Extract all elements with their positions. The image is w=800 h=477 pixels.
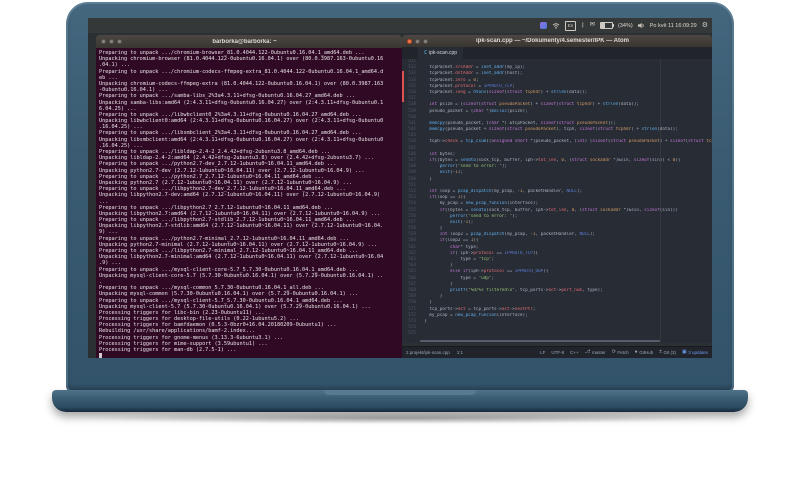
bluetooth-icon[interactable]: ᛒ (581, 23, 585, 29)
wifi-icon[interactable] (552, 22, 560, 29)
system-tray: En ᛒ ✉ (34%) Po kvě 11 16:09:29 ⚙ (539, 18, 708, 33)
maximize-icon[interactable] (423, 38, 428, 44)
terminal-line: Unpacking python2.7-dev (2.7.12-1ubuntu0… (99, 167, 365, 174)
maximize-icon[interactable] (117, 39, 122, 44)
mail-icon[interactable]: ✉ (590, 22, 595, 29)
statusbar-right: LF UTF-8 C++ ⎇ master ⟳ Fetch ● GitHub ± Git (3) ▣ 3… (540, 349, 708, 356)
terminal-line: Unpacking mysql-client-core-5.7 (5.7.30-… (99, 272, 384, 279)
sync-icon: ⟳ (611, 349, 616, 355)
statusbar-item-label: Fetch (617, 350, 629, 355)
terminal-titlebar[interactable]: barborka@barborka: ~ (96, 35, 402, 48)
terminal-line: Preparing to unpack .../libsmbclient_2%3… (99, 130, 362, 137)
line-number[interactable]: 575 (402, 331, 419, 337)
battery-percentage: (34%) (618, 22, 633, 29)
branch-icon: ⎇ (584, 349, 591, 355)
terminal-line: Preparing to unpack .../mysql-client-cor… (99, 266, 359, 273)
cpp-file-icon: C (424, 50, 428, 56)
laptop-base-notch (324, 390, 476, 395)
close-icon[interactable] (407, 38, 412, 44)
statusbar-item-utf-8[interactable]: UTF-8 (551, 350, 564, 355)
statusbar-item-github[interactable]: ● GitHub (634, 349, 654, 356)
laptop-base (52, 390, 748, 412)
atom-titlebar[interactable]: ipk-scan.cpp — ~/Dokumenty/4.semester/IP… (402, 35, 712, 47)
battery-icon[interactable] (600, 22, 615, 29)
file-path[interactable]: 2.projekt/ipk-scan.cpp (406, 350, 450, 355)
atom-title: ipk-scan.cpp — ~/Dokumenty/4.semester/IP… (476, 38, 629, 44)
tab-label: ipk-scan.cpp (429, 50, 458, 56)
terminal-line: Unpacking libpython2.7-stdlib:amd64 (2.7… (99, 223, 384, 230)
statusbar-item-label: GitHub (639, 350, 654, 355)
terminal-output[interactable]: Preparing to unpack .../chromium-browser… (96, 48, 402, 358)
terminal-line: Unpacking mysql-common (5.7.30-0ubuntu0.… (99, 291, 359, 298)
keyboard-layout-indicator[interactable]: En (564, 20, 576, 31)
statusbar-item-master[interactable]: ⎇ master (584, 349, 606, 356)
terminal-cursor-line (99, 353, 399, 358)
terminal-line: Unpacking samba-libs:amd64 (2:4.3.11+dfs… (99, 99, 384, 106)
terminal-window: barborka@barborka: ~ Preparing to unpack… (96, 35, 402, 358)
terminal-line: Unpacking mysql-client-5.7 (5.7.30-0ubun… (99, 303, 371, 310)
minimize-icon[interactable] (109, 39, 114, 44)
clock[interactable]: Po kvě 11 16:09:29 (650, 23, 697, 29)
terminal-window-buttons (101, 39, 122, 44)
statusbar-item-label: LF (540, 350, 546, 355)
atom-window-buttons (407, 38, 428, 44)
github-icon: ● (634, 349, 638, 355)
horizontal-scrollbar[interactable] (420, 340, 660, 342)
tab-ipk-scan[interactable]: C ipk-scan.cpp (418, 47, 464, 59)
code-editor[interactable]: 531 532 tcpPacket.srcAddr = inet_addr(my_… (402, 59, 712, 343)
statusbar-item-3-updates[interactable]: ▣ 3 updates (681, 349, 708, 356)
close-icon[interactable] (101, 39, 106, 44)
statusbar-item-git-3-[interactable]: ± Git (3) (659, 349, 676, 356)
statusbar-item-label: master (591, 350, 606, 355)
terminal-line: Preparing to unpack .../chromium-codecs-… (99, 68, 384, 75)
volume-icon[interactable] (637, 22, 645, 29)
statusbar-item-label: UTF-8 (551, 350, 565, 355)
git-icon: ± (659, 349, 662, 355)
terminal-line: Unpacking libsmbclient:amd64 (2:4.3.11+d… (99, 136, 384, 143)
system-menubar: En ᛒ ✉ (34%) Po kvě 11 16:09:29 ⚙ (88, 18, 712, 33)
terminal-title: barborka@barborka: ~ (212, 38, 277, 45)
terminal-line: Unpacking libpython2.7-dev:amd64 (2.7.12… (99, 192, 381, 199)
update-icon: ▣ (681, 349, 687, 355)
terminal-line: Unpacking libwbclient0:amd64 (2:4.3.11+d… (99, 118, 384, 125)
statusbar-item-label: 3 updates (688, 350, 708, 355)
terminal-cursor (99, 353, 102, 358)
terminal-line: Unpacking libpython2.7-minimal:amd64 (2.… (99, 254, 384, 261)
laptop-display: En ᛒ ✉ (34%) Po kvě 11 16:09:29 ⚙ barbor… (88, 18, 712, 358)
statusbar-item-label: Git (3) (663, 350, 676, 355)
code-row: 575 (402, 331, 712, 337)
statusbar-item-label: C++ (570, 350, 579, 355)
wrap-guide (660, 59, 661, 343)
laptop-shadow (80, 412, 720, 424)
terminal-line: Unpacking chromium-browser (81.0.4044.12… (99, 56, 384, 63)
session-gear-icon[interactable]: ⚙ (702, 22, 708, 29)
atom-statusbar: 2.projekt/ipk-scan.cpp 1:1 LF UTF-8 C++ ⎇ ma… (402, 346, 712, 358)
code-rows: 531 532 tcpPacket.srcAddr = inet_addr(my_… (402, 59, 712, 337)
atom-tabbar: C ipk-scan.cpp (402, 47, 712, 59)
statusbar-item-lf[interactable]: LF (540, 350, 545, 355)
cursor-position[interactable]: 1:1 (457, 350, 463, 355)
statusbar-item-fetch[interactable]: ⟳ Fetch (611, 349, 629, 356)
statusbar-item-c-[interactable]: C++ (570, 350, 579, 355)
terminal-line: Preparing to unpack .../samba-libs_2%3a4… (99, 93, 356, 100)
keyboard-indicator-icon[interactable] (539, 22, 547, 29)
statusbar-left: 2.projekt/ipk-scan.cpp 1:1 (406, 350, 463, 355)
atom-window: ipk-scan.cpp — ~/Dokumenty/4.semester/IP… (402, 35, 712, 358)
minimize-icon[interactable] (415, 38, 420, 44)
